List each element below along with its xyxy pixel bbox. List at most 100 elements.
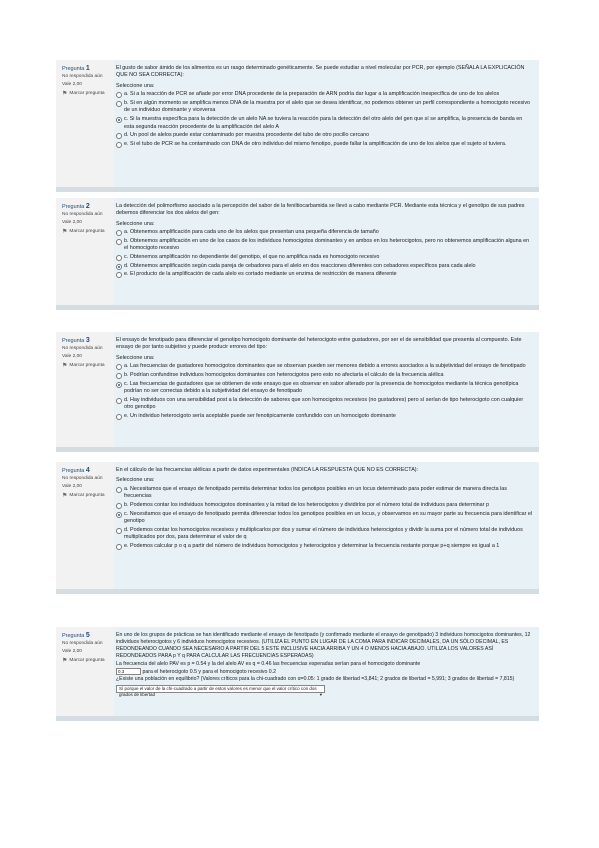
flag-question-button[interactable]: ⚑ Marcar pregunta (62, 363, 114, 371)
equilibrium-select-value: Sí porque el valor de la chi-cuadrado a … (119, 686, 317, 698)
question-card: Pregunta 5 No respondida aún Vale 2,00 ⚑… (56, 627, 539, 721)
radio-button[interactable] (116, 255, 122, 262)
question-value: Vale 2,00 (62, 220, 82, 226)
options-list: a. Necesitamos que el ensayo de fenotipa… (116, 486, 533, 550)
question-info: Pregunta 4 No respondida aún Vale 2,00 ⚑… (56, 462, 114, 589)
radio-button[interactable] (116, 133, 122, 140)
question-label: Pregunta (62, 66, 85, 72)
heterozygous-text: para el heterocigoto 0.5 (142, 669, 197, 676)
answer-option[interactable]: a. Si a la reacción de PCR se añade por … (116, 91, 533, 99)
radio-button[interactable] (116, 486, 122, 493)
answer-line-2: 0.3 para el heterocigoto 0.5 y para el h… (116, 668, 533, 676)
options-list: a. Si a la reacción de PCR se añade por … (116, 91, 533, 148)
answer-option[interactable]: c. Necesitamos que el ensayo de fenotipa… (116, 511, 533, 526)
option-label: b. Obtenemos amplificación en uno de los… (124, 238, 530, 252)
option-label: e. Si el tubo de PCR se ha contaminado c… (124, 140, 507, 147)
question-info: Pregunta 5 No respondida aún Vale 2,00 ⚑… (56, 627, 114, 716)
option-label: a. Necesitamos que el ensayo de fenotipa… (124, 485, 507, 500)
question-number: 4 (85, 467, 90, 474)
radio-button[interactable] (116, 239, 122, 245)
flag-question-button[interactable]: ⚑ Marcar pregunta (62, 229, 114, 237)
radio-button[interactable] (116, 117, 122, 124)
question-label: Pregunta (62, 633, 85, 639)
question-prompt: El ensayo de fenotipado para diferenciar… (116, 337, 522, 351)
chevron-down-icon: ▾ (319, 692, 322, 698)
radio-button[interactable] (116, 141, 122, 148)
question-content: En el cálculo de las frecuencias alélica… (116, 467, 533, 551)
answer-option[interactable]: e. El producto de la amplificación de ca… (116, 271, 533, 279)
radio-button[interactable] (116, 527, 122, 534)
radio-button[interactable] (116, 263, 122, 270)
flag-icon: ⚑ (62, 363, 68, 370)
radio-button[interactable] (116, 92, 122, 99)
question-prompt: En uno de los grupos de prácticas se han… (116, 632, 531, 660)
question-card: Pregunta 4 No respondida aún Vale 2,00 ⚑… (56, 462, 539, 594)
question-status: No respondida aún (62, 476, 103, 481)
radio-button[interactable] (116, 503, 122, 509)
answer-option[interactable]: d. Un pool de alelos puede estar contami… (116, 132, 533, 140)
question-number: 2 (85, 203, 90, 210)
radio-button[interactable] (116, 272, 122, 279)
question-content: La detección del polimorfismo asociado a… (116, 203, 533, 280)
answer-option[interactable]: d. Hay individuos con una sensibilidad p… (116, 397, 533, 412)
question-content: El ensayo de fenotipado para diferenciar… (116, 337, 533, 421)
radio-button[interactable] (116, 511, 122, 518)
flag-icon: ⚑ (62, 91, 68, 98)
homozygous-dominant-input[interactable]: 0.3 (116, 668, 141, 676)
allele-q-text: y la del alelo AV es q = 0.46 (207, 661, 272, 668)
answer-option[interactable]: a. Obtenemos amplificación para cada uno… (116, 229, 533, 237)
question-card: Pregunta 2 No respondida aún Vale 2,00 ⚑… (56, 198, 539, 310)
option-label: c. Las frecuencias de gustadores que se … (124, 380, 519, 395)
option-label: a. Si a la reacción de PCR se añade por … (124, 91, 500, 98)
question-value: Vale 2,00 (62, 354, 82, 360)
question-number: 1 (85, 65, 90, 72)
answer-option[interactable]: b. Podemos contar los individuos homocig… (116, 502, 533, 509)
answer-option[interactable]: c. Las frecuencias de gustadores que se … (116, 381, 533, 396)
answer-option[interactable]: d. Obtenemos amplificación según cada pa… (116, 263, 533, 270)
option-label: b. Podemos contar los individuos homocig… (124, 502, 489, 508)
question-label: Pregunta (62, 204, 85, 210)
question-card: Pregunta 1 No respondida aún Vale 2,00 ⚑… (56, 60, 539, 192)
select-instruction: Seleccione una: (116, 477, 155, 484)
answer-option[interactable]: a. Necesitamos que el ensayo de fenotipa… (116, 486, 533, 501)
answer-option[interactable]: e. Un individuo heterocigoto sería acept… (116, 413, 533, 420)
answer-option[interactable]: b. Obtenemos amplificación en uno de los… (116, 238, 533, 253)
answer-option[interactable]: a. Las frecuencias de gustadores homocig… (116, 363, 533, 371)
question-label: Pregunta (62, 338, 85, 344)
question-prompt: En el cálculo de las frecuencias alélica… (116, 467, 419, 473)
answer-option[interactable]: b. Si en algún momento se amplifica meno… (116, 100, 533, 115)
question-value: Vale 2,00 (62, 649, 82, 655)
answer-option[interactable]: e. Si el tubo de PCR se ha contaminado c… (116, 141, 533, 148)
question-status: No respondida aún (62, 346, 103, 351)
equilibrium-select[interactable]: Sí porque el valor de la chi-cuadrado a … (116, 685, 325, 697)
question-value: Vale 2,00 (62, 82, 82, 88)
options-list: a. Las frecuencias de gustadores homocig… (116, 363, 533, 420)
radio-button[interactable] (116, 373, 122, 379)
flag-question-button[interactable]: ⚑ Marcar pregunta (62, 658, 114, 666)
question-prompt: El gusto de sabor ámido de los alimentos… (116, 65, 525, 79)
radio-button[interactable] (116, 364, 122, 371)
answer-option[interactable]: b. Podrían confundirse individuos homoci… (116, 372, 533, 379)
option-label: a. Las frecuencias de gustadores homocig… (124, 363, 526, 370)
radio-button[interactable] (116, 543, 122, 550)
radio-button[interactable] (116, 230, 122, 237)
option-label: e. Podemos calcular p o q a partir del n… (124, 542, 500, 549)
radio-button[interactable] (116, 413, 122, 420)
select-instruction: Seleccione una: (116, 354, 155, 361)
option-label: c. Obtenemos amplificación no dependient… (124, 254, 380, 261)
radio-button[interactable] (116, 101, 122, 107)
radio-button[interactable] (116, 381, 122, 388)
answer-option[interactable]: c. Si la muestra específica para la dete… (116, 116, 533, 131)
flag-icon: ⚑ (62, 658, 68, 665)
flag-icon: ⚑ (62, 229, 68, 236)
homozygous-recessive-text: y para el homocigoto recesivo 0.2 (198, 669, 276, 676)
answer-option[interactable]: c. Obtenemos amplificación no dependient… (116, 254, 533, 262)
flag-question-button[interactable]: ⚑ Marcar pregunta (62, 493, 114, 501)
option-label: d. Podemos contar los homocigotos recesi… (124, 526, 523, 541)
question-content: El gusto de sabor ámido de los alimentos… (116, 65, 533, 149)
answer-option[interactable]: e. Podemos calcular p o q a partir del n… (116, 543, 533, 550)
answer-option[interactable]: d. Podemos contar los homocigotos recesi… (116, 527, 533, 542)
question-status: No respondida aún (62, 74, 103, 79)
radio-button[interactable] (116, 397, 122, 404)
flag-question-button[interactable]: ⚑ Marcar pregunta (62, 91, 114, 99)
